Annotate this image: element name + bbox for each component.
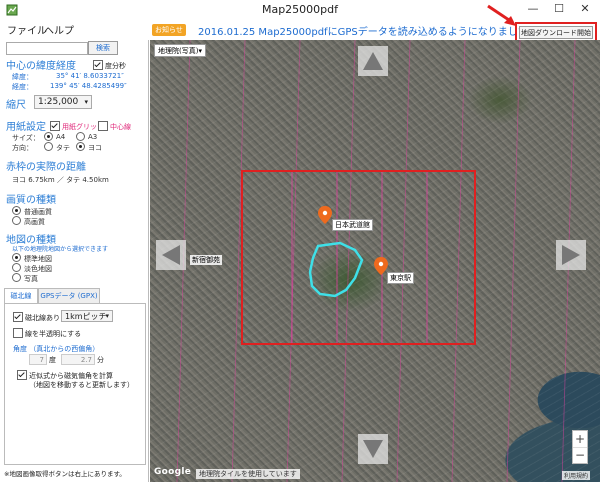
highlight-arrow-icon	[487, 4, 516, 26]
centerline-label: 中心線	[110, 123, 131, 131]
quality-high-label: 高画質	[24, 218, 45, 226]
search-button[interactable]: 検索	[88, 41, 118, 55]
chevron-down-icon: ▾	[105, 312, 109, 320]
magnetic-tab-panel: 磁北線あり 1kmピッチ ▾ 線を半透明にする 角度 （真北からの西偏角） 7 度…	[4, 303, 146, 465]
quality-normal-label: 普通画質	[24, 208, 52, 216]
gps-track	[308, 241, 364, 298]
quality-high-radio[interactable]	[12, 216, 21, 225]
arrow-left-icon	[162, 245, 180, 265]
label-shinjuku-gyoen: 新宿御苑	[190, 255, 222, 265]
zoom-in-button[interactable]: +	[573, 431, 587, 448]
size-a3-radio[interactable]	[76, 132, 85, 141]
maptype-pale-radio[interactable]	[12, 263, 21, 272]
dms-label: 度分秒	[105, 62, 126, 70]
menu-help[interactable]: ヘルプ	[44, 22, 74, 37]
scale-value: 1:25,000	[38, 97, 79, 107]
map-pin-icon	[374, 257, 388, 275]
map-pin-icon	[318, 206, 332, 224]
google-logo: Google	[154, 467, 192, 477]
degrees-unit: 度	[49, 356, 56, 364]
map-attribution[interactable]: 地理院タイルを使用しています	[196, 469, 300, 479]
dms-checkbox[interactable]	[93, 60, 103, 70]
size-label: サイズ：	[12, 134, 40, 142]
centerline-checkbox[interactable]	[98, 121, 108, 131]
maptype-standard-label: 標準地図	[24, 255, 52, 263]
magnetic-lines-label: 磁北線あり	[25, 314, 60, 322]
landscape-radio[interactable]	[76, 142, 85, 151]
tab-gps[interactable]: GPSデータ (GPX)	[38, 288, 100, 303]
center-heading: 中心の緯度経度	[6, 61, 76, 72]
minimize-button[interactable]: —	[520, 0, 546, 20]
pan-west-button[interactable]	[156, 240, 186, 270]
translucent-label: 線を半透明にする	[25, 330, 82, 338]
pan-north-button[interactable]	[358, 46, 388, 76]
maptype-standard-radio[interactable]	[12, 253, 21, 262]
translucent-checkbox[interactable]	[13, 328, 23, 338]
paper-heading: 用紙設定	[6, 122, 46, 133]
size-a4-radio[interactable]	[44, 132, 53, 141]
map-layer-value: 地理院(写真)	[158, 47, 199, 55]
maptype-pale-label: 淡色地図	[24, 265, 52, 273]
maptype-photo-label: 写真	[24, 275, 38, 283]
size-a4-label: A4	[56, 133, 66, 141]
size-a3-label: A3	[88, 133, 98, 141]
map-layer-select[interactable]: 地理院(写真) ▾	[154, 44, 206, 57]
menu-file[interactable]: ファイル	[7, 22, 47, 37]
maptype-photo-radio[interactable]	[12, 273, 21, 282]
search-input[interactable]	[6, 42, 88, 55]
portrait-radio[interactable]	[44, 142, 53, 151]
label-tokyo-station: 東京駅	[387, 272, 414, 284]
pitch-value: 1kmピッチ	[65, 312, 107, 321]
tab-magnetic[interactable]: 磁北線	[4, 288, 38, 303]
lat-value: 35° 41′ 8.6033721″	[56, 72, 124, 80]
zoom-control: + −	[572, 430, 588, 464]
declination-degrees-field[interactable]: 7	[29, 354, 47, 365]
zoom-out-button[interactable]: −	[573, 448, 587, 464]
landscape-label: ヨコ	[88, 144, 102, 152]
portrait-label: タテ	[56, 144, 70, 152]
magnetic-lines-checkbox[interactable]	[13, 312, 23, 322]
paper-grid-checkbox[interactable]	[50, 121, 60, 131]
lon-label: 経度：	[12, 83, 33, 91]
pitch-select[interactable]: 1kmピッチ ▾	[61, 310, 113, 322]
quality-normal-radio[interactable]	[12, 206, 21, 215]
chevron-down-icon: ▾	[84, 98, 88, 106]
download-highlight-box	[515, 22, 597, 42]
distance-heading: 赤枠の実際の距離	[6, 162, 86, 173]
scale-select[interactable]: 1:25,000 ▾	[34, 95, 92, 109]
lat-label: 緯度：	[12, 73, 33, 81]
map-view[interactable]: 日本武道館 東京駅 新宿御苑 地理院(写真) ▾ + − Google 地理院タ…	[150, 40, 600, 482]
lon-value: 139° 45′ 48.4285499″	[50, 82, 127, 90]
footer-note: ※地図画像取得ボタンは右上にあります。	[4, 470, 126, 478]
close-button[interactable]: ✕	[572, 0, 598, 20]
label-budokan: 日本武道館	[332, 219, 373, 231]
maptype-note: 以下の地理院地図から選択できます	[12, 246, 109, 253]
scale-heading: 縮尺	[6, 100, 26, 111]
auto-declination-note: （地図を移動すると更新します）	[29, 381, 134, 389]
notice-badge: お知らせ	[152, 24, 186, 36]
maximize-button[interactable]: ☐	[546, 0, 572, 20]
auto-declination-checkbox[interactable]	[17, 370, 27, 380]
settings-panel: 検索 中心の緯度経度 度分秒 緯度： 35° 41′ 8.6033721″ 経度…	[0, 38, 149, 482]
pan-east-button[interactable]	[556, 240, 586, 270]
chevron-down-icon: ▾	[198, 47, 202, 55]
arrow-right-icon	[562, 245, 580, 265]
minutes-unit: 分	[97, 356, 104, 364]
terms-link[interactable]: 利用規約	[562, 471, 591, 480]
print-area-frame	[241, 170, 476, 345]
arrow-down-icon	[363, 440, 383, 458]
direction-label: 方向：	[12, 144, 33, 152]
menu-bar: ファイル ヘルプ	[0, 20, 148, 38]
declination-minutes-field[interactable]: 2.7	[61, 354, 95, 365]
declination-heading: 角度 （真北からの西偏角）	[13, 345, 100, 353]
pan-south-button[interactable]	[358, 434, 388, 464]
distance-value: ヨコ 6.75km ／ タテ 4.50km	[12, 176, 109, 184]
arrow-up-icon	[363, 52, 383, 70]
quality-heading: 画質の種類	[6, 195, 56, 206]
